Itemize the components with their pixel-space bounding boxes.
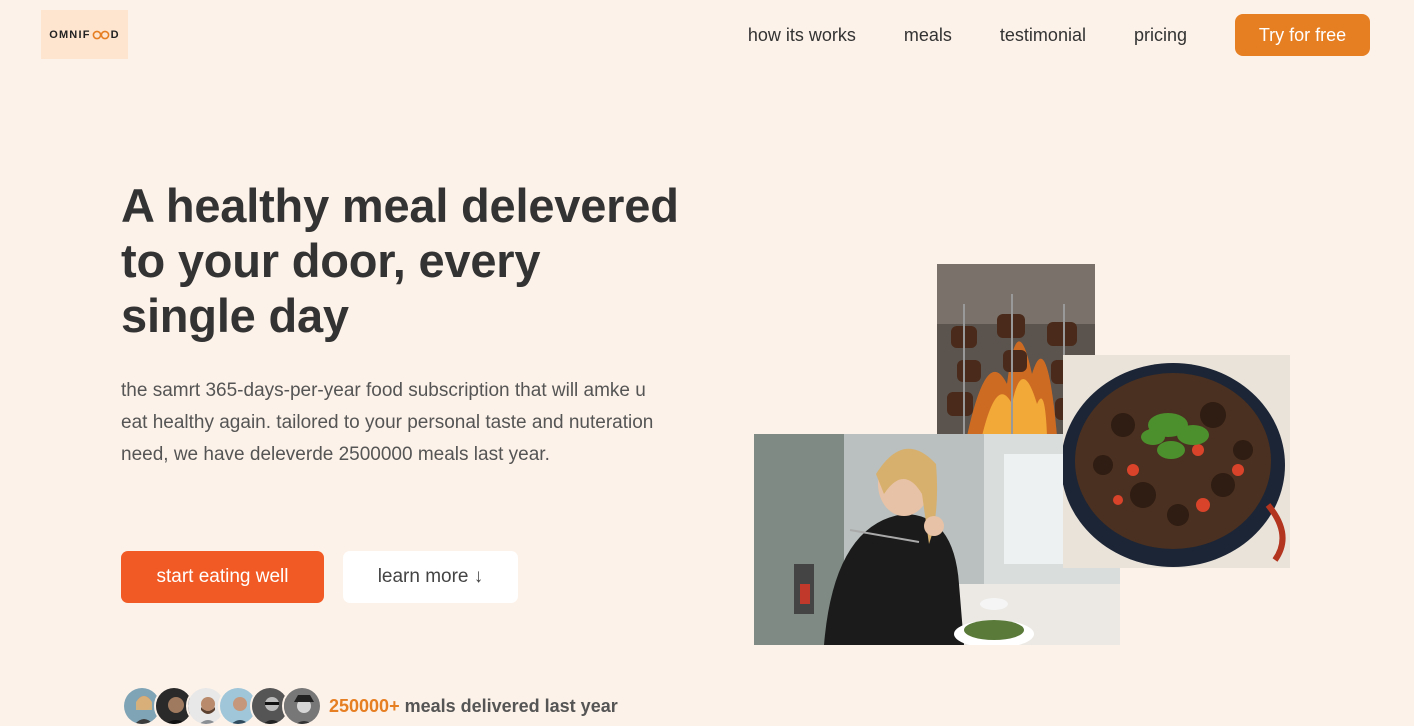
brand-wordmark: OMNIF D [49,28,120,41]
nav-link-how-it-works[interactable]: how its works [748,14,856,56]
meat-bowl-image [1063,355,1290,568]
avatar [282,686,322,726]
try-for-free-button[interactable]: Try for free [1235,14,1370,56]
brand-logo[interactable]: OMNIF D [41,10,128,59]
hero-description: the samrt 365-days-per-year food subscri… [121,380,654,465]
meals-delivered-text: 250000+ meals delivered last year [329,696,618,717]
nav-link-meals[interactable]: meals [904,14,952,56]
learn-more-button[interactable]: learn more ↓ [343,551,518,603]
start-eating-well-button[interactable]: start eating well [121,551,324,603]
meals-delivered-count: 250000+ [329,696,400,716]
meals-delivered-label: meals delivered last year [399,696,618,716]
nav-link-testimonial[interactable]: testimonial [1000,14,1086,56]
customer-avatars [122,686,322,726]
hero-title: A healthy meal delevered to your door, e… [121,179,679,342]
main-nav: how its works meals testimonial pricing … [748,14,1370,56]
infinity-icon [92,30,110,40]
landing-page: OMNIF D how its works meals testimonial p… [0,0,1414,726]
nav-link-pricing[interactable]: pricing [1134,14,1187,56]
